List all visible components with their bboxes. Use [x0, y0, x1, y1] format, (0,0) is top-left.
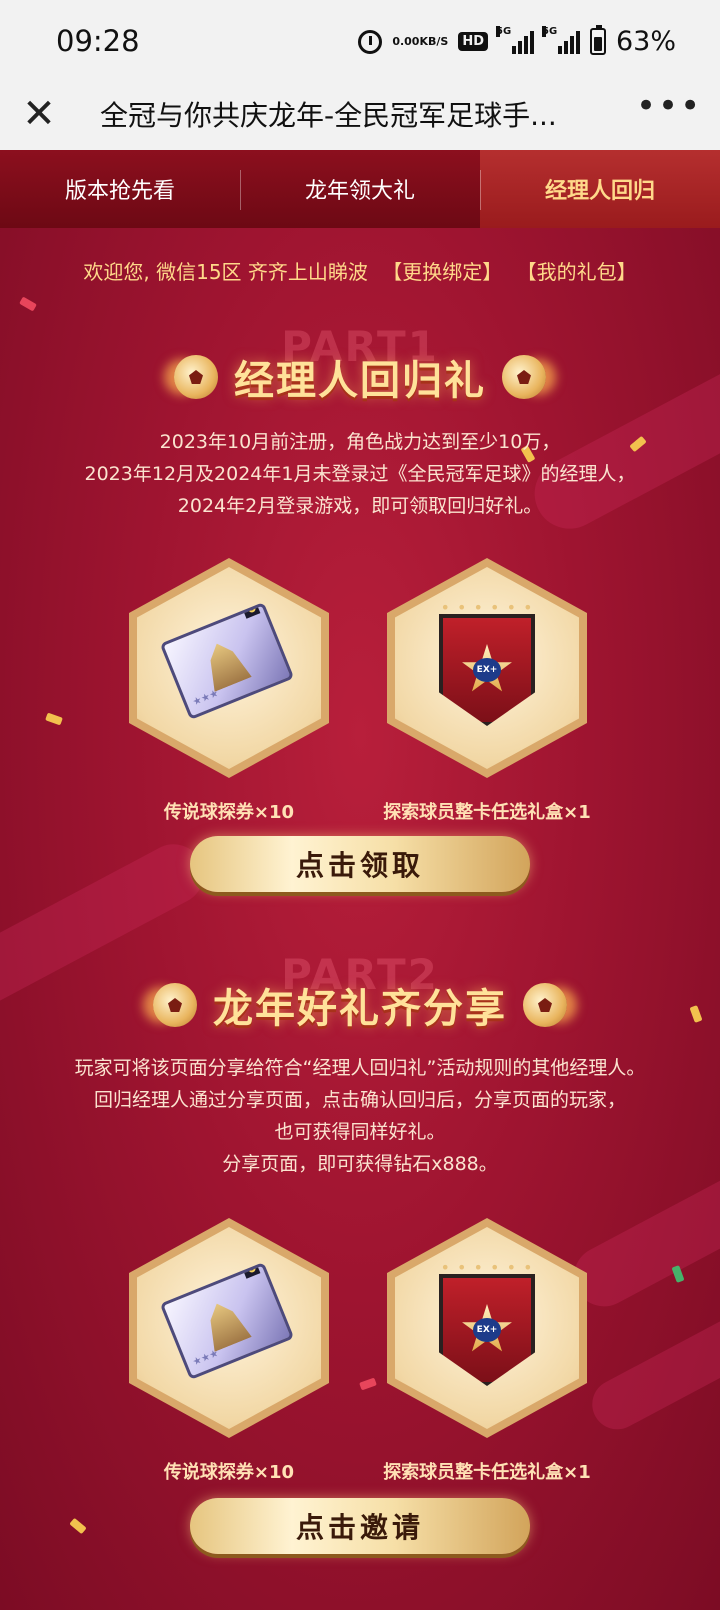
ex-badge: EX+	[473, 1318, 501, 1342]
reward-frame: • • • • • • EX+	[387, 558, 587, 778]
tab-manager-return[interactable]: 经理人回归	[480, 150, 720, 228]
ticket-stars: ★★★	[191, 687, 221, 709]
hd-voice-icon: HD	[458, 32, 488, 51]
welcome-greeting: 欢迎您, 微信15区 齐齐上山睇波	[83, 260, 368, 284]
status-time: 09:28	[56, 24, 140, 58]
desc-line: 也可获得同样好礼。	[274, 1121, 446, 1143]
signal-2-label: 5G	[541, 25, 558, 37]
desc-line: 2024年2月登录游戏，即可领取回归好礼。	[177, 495, 543, 517]
desc-line: 玩家可将该页面分享给符合“经理人回归礼”活动规则的其他经理人。	[74, 1057, 646, 1079]
football-icon	[153, 983, 197, 1027]
desc-line: 2023年10月前注册，角色战力达到至少10万，	[159, 431, 561, 453]
part1-title: 经理人回归礼	[234, 358, 486, 404]
confetti	[19, 296, 37, 312]
page-title: 全冠与你共庆龙年-全民冠军足球手...	[100, 99, 557, 132]
desc-line: 2023年12月及2024年1月未登录过《全民冠军足球》的经理人，	[84, 463, 636, 485]
football-icon	[523, 983, 567, 1027]
part1-description: 2023年10月前注册，角色战力达到至少10万， 2023年12月及2024年1…	[0, 426, 720, 522]
title-bar: ✕ 全冠与你共庆龙年-全民冠军足球手... •••	[0, 84, 720, 150]
reward-item: LEGEND ★★★ 传说球探券×10	[114, 558, 344, 823]
net-speed-value: 0.00	[392, 35, 420, 48]
football-icon	[502, 355, 546, 399]
ticket-stars: ★★★	[191, 1347, 221, 1369]
reward-frame: • • • • • • EX+	[387, 1218, 587, 1438]
battery-icon	[589, 25, 606, 55]
reward-item: LEGEND ★★★ 传说球探券×10	[114, 1218, 344, 1483]
claim-button[interactable]: 点击领取	[190, 836, 530, 892]
change-binding-link[interactable]: 【更换绑定】	[382, 260, 502, 284]
net-speed: 0.00 KB/S	[392, 36, 448, 47]
battery-percent: 63%	[615, 26, 676, 57]
desc-line: 回归经理人通过分享页面，点击确认回归后，分享页面的玩家，	[93, 1089, 626, 1111]
part2-description: 玩家可将该页面分享给符合“经理人回归礼”活动规则的其他经理人。 回归经理人通过分…	[0, 1052, 720, 1180]
part1-title-row: 经理人回归礼	[0, 348, 720, 406]
ex-badge: EX+	[473, 658, 501, 682]
more-options-button[interactable]: •••	[636, 88, 700, 138]
invite-button[interactable]: 点击邀请	[190, 1498, 530, 1554]
signal-1-icon: 5G	[495, 25, 534, 54]
status-bar: 09:28 0.00 KB/S HD 5G 5G 63%	[0, 0, 720, 84]
tab-bar: 版本抢先看 龙年领大礼 经理人回归	[0, 150, 720, 228]
close-button[interactable]: ✕	[14, 90, 64, 140]
event-page[interactable]: 版本抢先看 龙年领大礼 经理人回归 欢迎您, 微信15区 齐齐上山睇波 【更换绑…	[0, 150, 720, 1610]
my-gifts-link[interactable]: 【我的礼包】	[517, 260, 637, 284]
reward-label: 探索球员整卡任选礼盒×1	[383, 802, 591, 823]
confetti	[69, 1517, 87, 1535]
tab-dragon-year-gift[interactable]: 龙年领大礼	[240, 150, 480, 228]
part2-title-row: 龙年好礼齐分享	[0, 976, 720, 1034]
status-icons: 0.00 KB/S HD 5G 5G 63%	[358, 25, 676, 57]
net-speed-unit: KB/S	[419, 35, 449, 48]
confetti	[45, 712, 63, 726]
alarm-icon	[358, 29, 383, 54]
part2-title: 龙年好礼齐分享	[213, 986, 507, 1032]
signal-2-icon: 5G	[541, 25, 580, 54]
tab-version-preview[interactable]: 版本抢先看	[0, 150, 240, 228]
signal-1-label: 5G	[495, 25, 512, 37]
reward-label: 探索球员整卡任选礼盒×1	[383, 1462, 591, 1483]
football-icon	[174, 355, 218, 399]
reward-item: • • • • • • EX+ 探索球员整卡任选礼盒×1	[372, 1218, 602, 1483]
welcome-line: 欢迎您, 微信15区 齐齐上山睇波 【更换绑定】 【我的礼包】	[0, 256, 720, 285]
reward-frame: LEGEND ★★★	[129, 558, 329, 778]
reward-frame: LEGEND ★★★	[129, 1218, 329, 1438]
reward-item: • • • • • • EX+ 探索球员整卡任选礼盒×1	[372, 558, 602, 823]
desc-line: 分享页面，即可获得钻石x888。	[222, 1153, 498, 1175]
